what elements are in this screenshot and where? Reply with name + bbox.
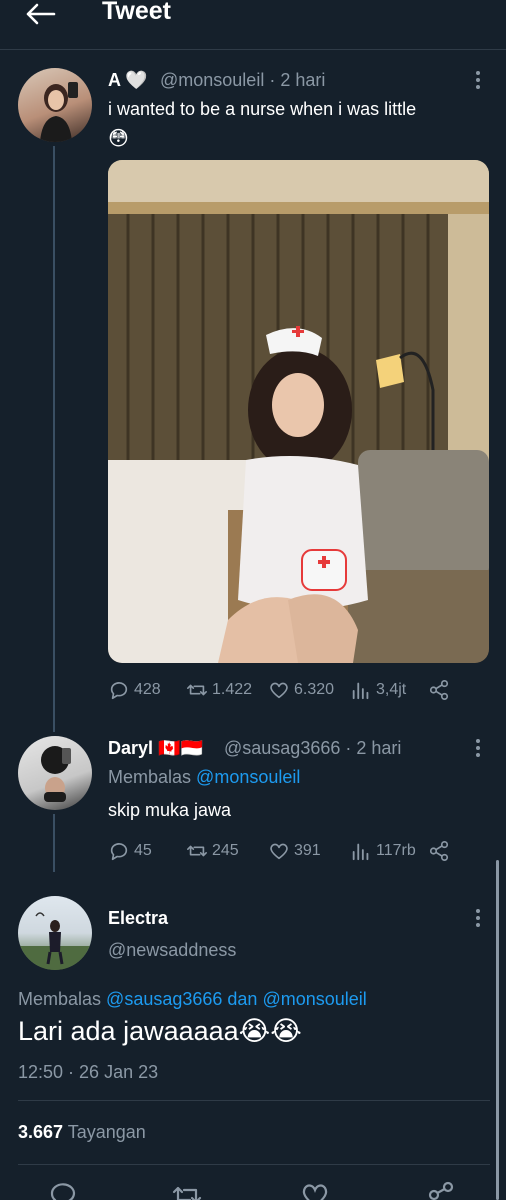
like-count: 6.320: [294, 681, 335, 698]
share-icon: [429, 680, 449, 700]
avatar-newsaddness[interactable]: [18, 896, 92, 970]
back-arrow-icon[interactable]: [24, 2, 56, 26]
retweet-icon: [187, 684, 207, 696]
views-label: Tayangan: [67, 1122, 146, 1142]
views-button[interactable]: 117rb: [350, 840, 416, 862]
analytics-icon: [352, 682, 369, 700]
divider: [18, 1164, 490, 1165]
author-handle-time[interactable]: @monsouleil · 2 hari: [160, 70, 325, 91]
like-button[interactable]: 6.320: [268, 679, 334, 701]
reply-to-link[interactable]: @monsouleil: [196, 767, 300, 787]
tweet-emoji: 😳: [108, 128, 129, 150]
views-summary[interactable]: 3.667 Tayangan: [18, 1122, 146, 1143]
author-name[interactable]: Electra: [108, 908, 168, 929]
retweet-count: 1.422: [212, 681, 253, 698]
tweet-timestamp[interactable]: 12:50 · 26 Jan 23: [18, 1062, 158, 1083]
author-handle-time[interactable]: @sausag3666 · 2 hari: [224, 738, 401, 759]
retweet-icon: [172, 1186, 202, 1200]
more-options-icon[interactable]: [475, 738, 481, 758]
tweet-text: Lari ada jawaaaaa😭😭: [18, 1016, 302, 1046]
retweet-button[interactable]: 245: [186, 840, 239, 862]
analytics-icon: [352, 843, 369, 861]
tweet-text: skip muka jawa: [108, 800, 232, 820]
share-icon: [429, 841, 449, 861]
reply-prefix: Membalas: [108, 767, 192, 787]
reply-to-link[interactable]: @sausag3666 dan @monsouleil: [106, 989, 367, 1009]
reply-icon: [110, 682, 128, 700]
retweet-icon: [187, 845, 207, 857]
divider: [18, 1100, 490, 1101]
reply-icon: [50, 1183, 76, 1200]
reply-context: Membalas @sausag3666 dan @monsouleil: [18, 989, 367, 1010]
avatar-monsouleil[interactable]: [18, 68, 92, 142]
author-name[interactable]: Daryl 🇨🇦🇮🇩: [108, 738, 203, 759]
more-options-icon[interactable]: [475, 70, 481, 90]
heart-icon: [270, 843, 288, 860]
share-icon: [428, 1181, 454, 1200]
retweet-button[interactable]: [172, 1180, 202, 1200]
reply-button[interactable]: 45: [108, 840, 152, 862]
reply-count: 428: [134, 681, 161, 698]
tweet-photo[interactable]: [108, 160, 489, 663]
retweet-button[interactable]: 1.422: [186, 679, 252, 701]
share-button[interactable]: [428, 679, 450, 701]
scrollbar[interactable]: [496, 860, 499, 1200]
share-button[interactable]: [426, 1180, 456, 1200]
views-count: 117rb: [376, 842, 416, 859]
like-button[interactable]: 391: [268, 840, 321, 862]
reply-context: Membalas @monsouleil: [108, 767, 300, 788]
tweet-text: i wanted to be a nurse when i was little: [108, 99, 417, 119]
thread-line: [53, 814, 55, 872]
reply-count: 45: [134, 842, 152, 859]
more-options-icon[interactable]: [475, 908, 481, 928]
reply-icon: [110, 843, 128, 861]
like-button[interactable]: [300, 1180, 330, 1200]
thread-line: [53, 146, 55, 732]
reply-button[interactable]: [48, 1180, 78, 1200]
reply-button[interactable]: 428: [108, 679, 161, 701]
views-button[interactable]: 3,4jt: [350, 679, 406, 701]
avatar-sausag3666[interactable]: [18, 736, 92, 810]
share-button[interactable]: [428, 840, 450, 862]
author-handle[interactable]: @newsaddness: [108, 940, 236, 961]
top-bar: Tweet: [0, 0, 506, 50]
views-count: 3.667: [18, 1122, 64, 1142]
like-count: 391: [294, 842, 321, 859]
heart-icon: [302, 1184, 328, 1200]
heart-icon: [270, 682, 288, 699]
author-name[interactable]: A 🤍: [108, 70, 148, 91]
reply-prefix: Membalas: [18, 989, 102, 1009]
page-title: Tweet: [102, 0, 171, 25]
retweet-count: 245: [212, 842, 239, 859]
views-count: 3,4jt: [376, 681, 407, 698]
